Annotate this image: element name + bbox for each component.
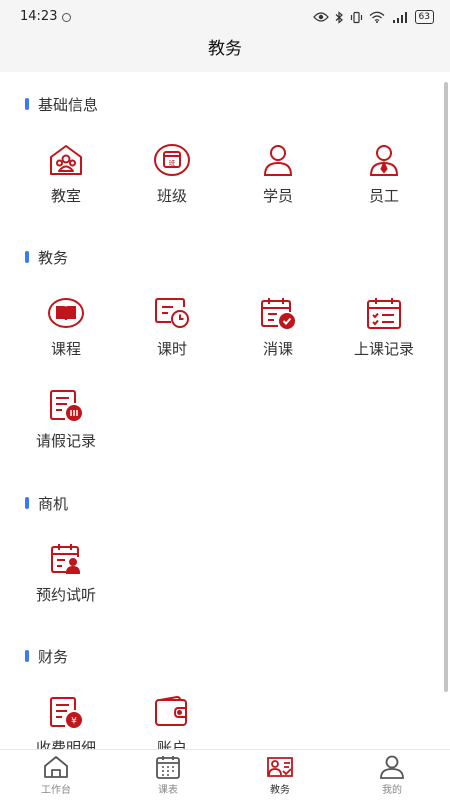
tab-label: 课表 xyxy=(158,785,178,796)
grid-item-label: 账户 xyxy=(156,739,187,749)
grid-item-label: 上课记录 xyxy=(353,340,414,358)
vibrate-icon xyxy=(350,11,362,23)
battery-indicator: 63 xyxy=(414,10,434,24)
section-finance: 财务 ¥ 收费明细 账户 xyxy=(0,647,440,749)
grid-item-classroom[interactable]: 教室 xyxy=(13,143,119,206)
grid-item-label: 课程 xyxy=(50,340,81,358)
status-bar: 14:23 63 xyxy=(0,0,450,34)
section-accent-bar xyxy=(25,497,29,509)
academic-icon xyxy=(267,757,293,777)
grid-item-student[interactable]: 学员 xyxy=(225,143,331,206)
grid-item-trial-booking[interactable]: 预约试听 xyxy=(13,542,119,605)
status-time: 14:23 xyxy=(20,9,58,24)
home-icon xyxy=(44,756,68,778)
section-accent-bar xyxy=(25,251,29,263)
svg-text:¥: ¥ xyxy=(71,717,77,727)
svg-text:班: 班 xyxy=(169,158,176,167)
section-header: 商机 xyxy=(25,494,69,513)
class-hours-icon xyxy=(155,298,189,328)
grid-item-attendance-record[interactable]: 上课记录 xyxy=(331,296,437,359)
section-accent-bar xyxy=(25,650,29,662)
class-icon: 班 xyxy=(154,144,190,176)
notification-dot-icon xyxy=(62,13,71,22)
fee-detail-icon: ¥ xyxy=(50,697,82,728)
tab-label: 教务 xyxy=(270,785,290,796)
bottom-tab-bar: 工作台 课表 教务 我的 xyxy=(0,749,450,800)
signal-icon xyxy=(392,12,407,23)
tab-label: 我的 xyxy=(382,785,402,796)
bluetooth-icon xyxy=(335,10,343,24)
section-academic: 教务 课程 课时 消课 上课记录 请假记录 xyxy=(0,248,440,478)
section-title: 教务 xyxy=(38,248,69,267)
grid-item-label: 消课 xyxy=(262,340,293,358)
grid-item-label: 预约试听 xyxy=(35,586,96,604)
section-title: 基础信息 xyxy=(38,95,99,114)
section-basic-info: 基础信息 教室 班 班级 学员 员工 xyxy=(0,95,440,235)
consume-class-icon xyxy=(261,298,295,329)
grid-item-label: 员工 xyxy=(368,187,399,205)
page-title: 教务 xyxy=(208,39,242,59)
section-header: 教务 xyxy=(25,248,69,267)
grid-item-label: 课时 xyxy=(156,340,187,358)
page-header: 教务 xyxy=(0,34,450,72)
profile-icon xyxy=(380,755,404,779)
grid-item-fee-detail[interactable]: ¥ 收费明细 xyxy=(13,695,119,749)
tab-label: 工作台 xyxy=(41,785,71,796)
status-icons: 63 xyxy=(312,9,434,25)
section-title: 财务 xyxy=(38,647,69,666)
grid-item-leave-record[interactable]: 请假记录 xyxy=(13,388,119,451)
section-opportunity: 商机 预约试听 xyxy=(0,494,440,634)
tab-workbench[interactable]: 工作台 xyxy=(0,755,112,796)
calendar-icon xyxy=(156,756,180,779)
grid-item-staff[interactable]: 员工 xyxy=(331,143,437,206)
course-book-icon xyxy=(48,298,84,328)
grid-item-account[interactable]: 账户 xyxy=(119,695,225,749)
attendance-record-icon xyxy=(367,298,401,329)
staff-icon xyxy=(369,145,399,176)
trial-booking-icon xyxy=(51,544,81,574)
main-content[interactable]: 基础信息 教室 班 班级 学员 员工 教务 课程 课时 消课 上课记录 请假记录… xyxy=(0,72,450,749)
grid-item-label: 请假记录 xyxy=(35,432,96,450)
section-header: 财务 xyxy=(25,647,69,666)
section-accent-bar xyxy=(25,98,29,110)
tab-profile[interactable]: 我的 xyxy=(336,755,448,796)
classroom-icon xyxy=(50,145,82,175)
grid-item-label: 教室 xyxy=(50,187,81,205)
grid-item-label: 班级 xyxy=(156,187,187,205)
section-title: 商机 xyxy=(38,494,69,513)
grid-item-course[interactable]: 课程 xyxy=(13,296,119,359)
tab-academic[interactable]: 教务 xyxy=(224,755,336,796)
grid-item-label: 收费明细 xyxy=(35,739,96,749)
grid-item-label: 学员 xyxy=(262,187,293,205)
eye-icon xyxy=(312,12,329,22)
scrollbar[interactable] xyxy=(444,82,448,692)
tab-schedule[interactable]: 课表 xyxy=(112,755,224,796)
grid-item-class-hours[interactable]: 课时 xyxy=(119,296,225,359)
grid-item-class[interactable]: 班 班级 xyxy=(119,143,225,206)
section-header: 基础信息 xyxy=(25,95,99,114)
wifi-icon xyxy=(369,11,384,23)
leave-record-icon xyxy=(50,390,82,421)
student-icon xyxy=(263,145,293,176)
wallet-icon xyxy=(155,695,187,726)
grid-item-consume-class[interactable]: 消课 xyxy=(225,296,331,359)
